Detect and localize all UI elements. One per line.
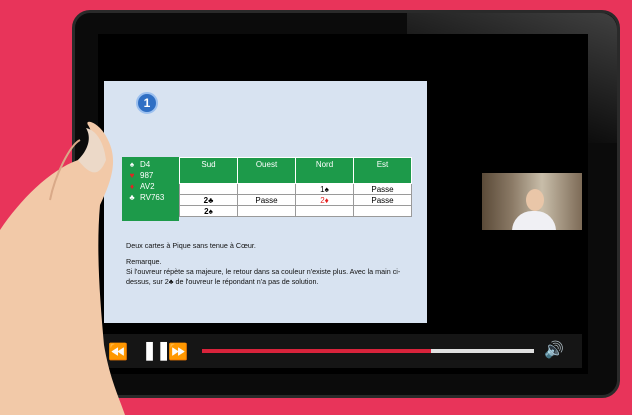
progress-bar[interactable] xyxy=(202,349,534,353)
remark-title: Remarque. xyxy=(126,257,162,266)
suit-icon: ♣ xyxy=(129,193,135,202)
hand-cards: 987 xyxy=(140,171,154,180)
hand-row: ♠ D4 xyxy=(128,159,179,170)
hand-box: ♠ D4 ♥ 987 ♦ AV2 ♣ RV763 xyxy=(122,157,179,221)
remark-body: Si l'ouvreur répète sa majeure, le retou… xyxy=(126,267,401,286)
fast-forward-icon[interactable]: ⏩ xyxy=(168,342,188,362)
rewind-icon[interactable]: ⏪ xyxy=(108,342,128,362)
slide-text: Deux cartes à Pique sans tenue à Cœur. R… xyxy=(126,241,416,293)
webcam-video[interactable] xyxy=(482,173,582,230)
bidding-cell: Passe xyxy=(353,183,412,195)
progress-fill xyxy=(202,349,432,353)
bidding-cell xyxy=(237,205,296,217)
bidding-cell: Passe xyxy=(353,194,412,206)
slide-text-line1: Deux cartes à Pique sans tenue à Cœur. xyxy=(126,241,256,250)
bidding-table: Sud Ouest Nord Est 1♠ Passe 2♣ Passe 2♦ Passe 2♠ xyxy=(179,157,412,217)
bidding-row: 2♣ Passe 2♦ Passe xyxy=(179,194,412,206)
hand-row: ♦ AV2 xyxy=(128,181,179,192)
suit-icon: ♦ xyxy=(324,195,329,205)
bidding-header: Sud xyxy=(179,157,238,184)
bidding-cell xyxy=(353,205,412,217)
bidding-cell: 2♦ xyxy=(295,194,354,206)
bidding-header: Est xyxy=(353,157,412,184)
bidding-cell: 1♠ xyxy=(295,183,354,195)
bidding-cell: Passe xyxy=(237,194,296,206)
bidding-cell xyxy=(295,205,354,217)
suit-icon: ♦ xyxy=(129,182,135,191)
bidding-header: Nord xyxy=(295,157,354,184)
bidding-cell: 2♣ xyxy=(179,194,238,206)
hand-row: ♣ RV763 xyxy=(128,192,179,203)
suit-icon: ♠ xyxy=(129,160,135,169)
volume-icon[interactable]: 🔊 xyxy=(544,340,564,360)
hand-cards: AV2 xyxy=(140,182,155,191)
presentation-slide: 1 ♠ D4 ♥ 987 ♦ AV2 ♣ RV763 Sud Ouest Nord Est 1♠ Pa… xyxy=(104,81,427,323)
bidding-cell xyxy=(179,183,238,195)
slide-number-badge: 1 xyxy=(136,92,158,114)
suit-icon: ♥ xyxy=(129,171,135,180)
bidding-cell: 2♠ xyxy=(179,205,238,217)
bidding-header: Ouest xyxy=(237,157,296,184)
hand-cards: RV763 xyxy=(140,193,165,202)
hand-row: ♥ 987 xyxy=(128,170,179,181)
bidding-row: 2♠ xyxy=(179,205,412,217)
bidding-row: 1♠ Passe xyxy=(179,183,412,195)
bidding-cell xyxy=(237,183,296,195)
hand-cards: D4 xyxy=(140,160,151,169)
pause-icon[interactable]: ❚❚ xyxy=(142,340,171,361)
video-controls: ⏪ ❚❚ ⏩ 🔊 xyxy=(98,334,582,368)
presenter-head xyxy=(526,189,544,211)
